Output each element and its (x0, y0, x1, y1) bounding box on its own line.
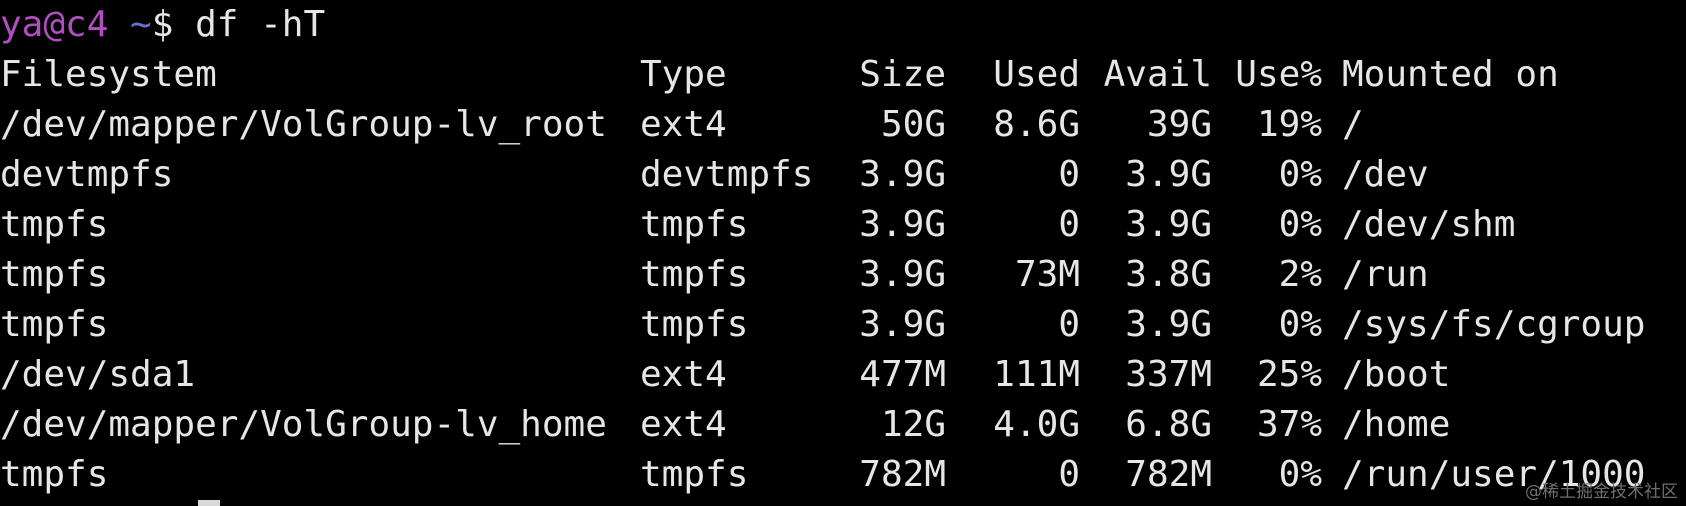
cell-avail: 3.9G (1125, 204, 1212, 245)
cell-use-pct: 0% (1278, 454, 1322, 495)
cell-avail: 782M (1125, 454, 1212, 495)
prompt-symbol: $ (151, 4, 196, 45)
terminal-cursor (198, 500, 220, 506)
cell-type: tmpfs (640, 204, 749, 245)
cell-size: 3.9G (859, 254, 946, 295)
cell-avail: 39G (1146, 104, 1212, 145)
cell-filesystem: tmpfs (0, 204, 109, 245)
cell-avail: 3.9G (1125, 154, 1212, 195)
cell-used: 0 (1058, 154, 1080, 195)
cell-filesystem: tmpfs (0, 254, 109, 295)
prompt-path: ~ (108, 4, 152, 45)
cell-mounted-on: /boot (1342, 354, 1451, 395)
cell-used: 0 (1058, 204, 1080, 245)
header-used: Used (993, 54, 1080, 95)
cell-avail: 3.8G (1125, 254, 1212, 295)
cell-size: 3.9G (859, 154, 946, 195)
cell-use-pct: 0% (1278, 204, 1322, 245)
cell-use-pct: 0% (1278, 154, 1322, 195)
cell-used: 0 (1058, 454, 1080, 495)
cell-type: ext4 (640, 104, 727, 145)
cell-mounted-on: /dev/shm (1342, 204, 1516, 245)
cell-size: 782M (859, 454, 946, 495)
command-text: df -hT (195, 4, 326, 45)
cell-filesystem: tmpfs (0, 454, 109, 495)
cell-filesystem: /dev/mapper/VolGroup-lv_home (0, 404, 607, 445)
cell-type: ext4 (640, 354, 727, 395)
cell-size: 3.9G (859, 204, 946, 245)
cell-type: devtmpfs (640, 154, 814, 195)
cell-avail: 3.9G (1125, 304, 1212, 345)
header-filesystem: Filesystem (0, 54, 217, 95)
cell-size: 50G (880, 104, 946, 145)
cell-filesystem: devtmpfs (0, 154, 174, 195)
cell-used: 0 (1058, 304, 1080, 345)
cell-type: tmpfs (640, 254, 749, 295)
cell-mounted-on: /sys/fs/cgroup (1342, 304, 1646, 345)
cell-mounted-on: / (1342, 104, 1364, 145)
header-type: Type (640, 54, 727, 95)
cell-filesystem: /dev/sda1 (0, 354, 196, 395)
cell-type: ext4 (640, 404, 727, 445)
cell-use-pct: 2% (1278, 254, 1322, 295)
cell-mounted-on: /dev (1342, 154, 1429, 195)
cell-mounted-on: /run (1342, 254, 1429, 295)
cell-used: 8.6G (993, 104, 1080, 145)
header-mounted-on: Mounted on (1342, 54, 1559, 95)
cell-size: 477M (859, 354, 946, 395)
cell-used: 111M (993, 354, 1080, 395)
cell-use-pct: 19% (1256, 104, 1322, 145)
header-avail: Avail (1103, 54, 1212, 95)
cell-use-pct: 37% (1256, 404, 1322, 445)
cell-avail: 337M (1125, 354, 1212, 395)
cell-use-pct: 25% (1256, 354, 1322, 395)
cell-type: tmpfs (640, 304, 749, 345)
prompt-line: ya@c4 ~$ df -hT (0, 0, 325, 50)
cell-use-pct: 0% (1278, 304, 1322, 345)
cell-type: tmpfs (640, 454, 749, 495)
watermark-text: @稀土掘金技术社区 (1525, 482, 1678, 502)
cell-size: 3.9G (859, 304, 946, 345)
terminal-window[interactable]: ya@c4 ~$ df -hT Filesystem Type Size Use… (0, 0, 1686, 506)
cell-used: 4.0G (993, 404, 1080, 445)
header-use-pct: Use% (1235, 54, 1322, 95)
cell-avail: 6.8G (1125, 404, 1212, 445)
prompt-user-host: ya@c4 (0, 4, 109, 45)
header-size: Size (859, 54, 946, 95)
cell-size: 12G (880, 404, 946, 445)
cell-filesystem: tmpfs (0, 304, 109, 345)
cell-mounted-on: /home (1342, 404, 1451, 445)
cell-used: 73M (1014, 254, 1080, 295)
cell-filesystem: /dev/mapper/VolGroup-lv_root (0, 104, 607, 145)
